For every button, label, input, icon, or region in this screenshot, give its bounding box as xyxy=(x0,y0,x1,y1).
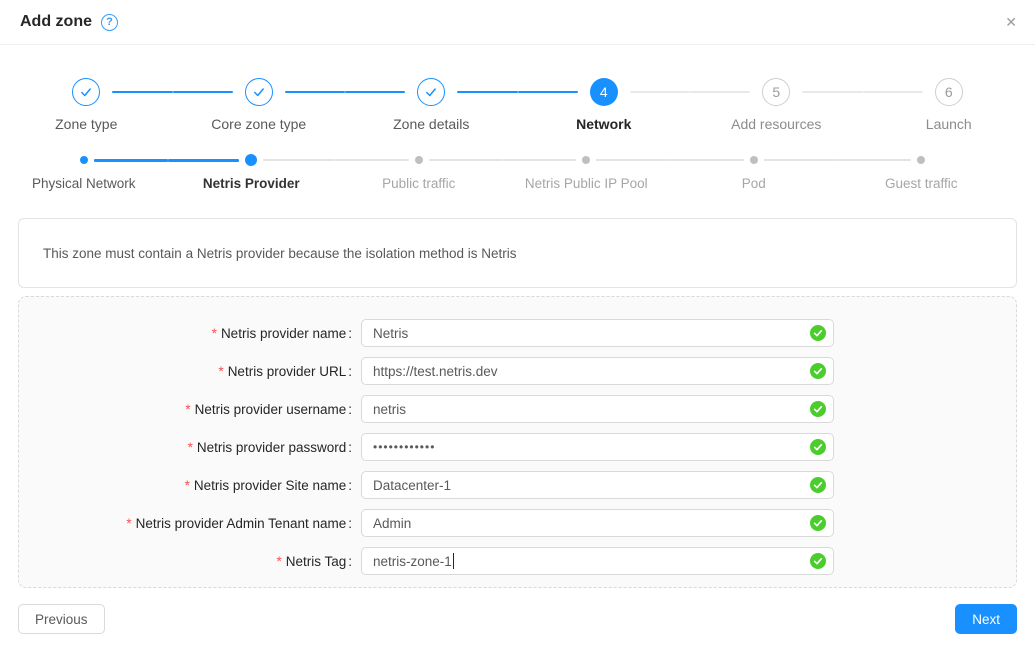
step-number: 4 xyxy=(590,78,618,106)
isolation-method-notice: This zone must contain a Netris provider… xyxy=(18,218,1017,288)
valid-check-icon xyxy=(810,439,826,455)
valid-check-icon xyxy=(810,363,826,379)
substep-label: Netris Public IP Pool xyxy=(503,174,671,194)
dialog-header: Add zone ? ✕ xyxy=(0,0,1035,45)
step-launch: 6 Launch xyxy=(863,78,1035,134)
substep-physical-network: Physical Network xyxy=(0,154,168,194)
network-substepper: Physical Network Netris Provider Public … xyxy=(0,134,1035,194)
form-row: *Netris provider username: netris xyxy=(19,395,1016,423)
substep-dot xyxy=(80,156,88,164)
step-label: Add resources xyxy=(690,114,863,134)
valid-check-icon xyxy=(810,325,826,341)
substep-public-traffic: Public traffic xyxy=(335,154,503,194)
wizard-footer: Previous Next xyxy=(18,604,1017,634)
step-label: Launch xyxy=(863,114,1035,134)
netris-provider-username-label: *Netris provider username: xyxy=(19,402,352,417)
notice-text: This zone must contain a Netris provider… xyxy=(43,246,516,261)
netris-provider-url-input[interactable]: https://test.netris.dev xyxy=(361,357,834,385)
form-row: *Netris provider URL: https://test.netri… xyxy=(19,357,1016,385)
substep-dot xyxy=(917,156,925,164)
step-label: Zone type xyxy=(0,114,173,134)
netris-provider-site-name-label: *Netris provider Site name: xyxy=(19,478,352,493)
step-check-icon xyxy=(417,78,445,106)
dialog-title: Add zone xyxy=(20,13,92,31)
substep-label: Public traffic xyxy=(335,174,503,194)
valid-check-icon xyxy=(810,553,826,569)
valid-check-icon xyxy=(810,515,826,531)
substep-dot xyxy=(245,154,257,166)
form-row: *Netris provider Site name: Datacenter-1 xyxy=(19,471,1016,499)
substep-dot xyxy=(415,156,423,164)
substep-label: Physical Network xyxy=(0,174,168,194)
next-button[interactable]: Next xyxy=(955,604,1017,634)
netris-provider-password-input[interactable]: •••••••••••• xyxy=(361,433,834,461)
substep-dot xyxy=(750,156,758,164)
step-zone-details: Zone details xyxy=(345,78,518,134)
substep-netris-public-ip-pool: Netris Public IP Pool xyxy=(503,154,671,194)
netris-provider-name-label: *Netris provider name: xyxy=(19,326,352,341)
netris-provider-name-input[interactable]: Netris xyxy=(361,319,834,347)
netris-provider-username-input[interactable]: netris xyxy=(361,395,834,423)
netris-tag-label: *Netris Tag: xyxy=(19,554,352,569)
form-row: *Netris provider password: •••••••••••• xyxy=(19,433,1016,461)
step-label: Network xyxy=(518,114,691,134)
step-number: 5 xyxy=(762,78,790,106)
valid-check-icon xyxy=(810,401,826,417)
wizard-stepper: Zone type Core zone type Zone details 4 … xyxy=(0,45,1035,134)
step-check-icon xyxy=(72,78,100,106)
netris-provider-form: *Netris provider name: Netris *Netris pr… xyxy=(18,296,1017,588)
step-check-icon xyxy=(245,78,273,106)
netris-provider-admin-tenant-name-label: *Netris provider Admin Tenant name: xyxy=(19,516,352,531)
substep-label: Pod xyxy=(670,174,838,194)
step-zone-type: Zone type xyxy=(0,78,173,134)
netris-provider-site-name-input[interactable]: Datacenter-1 xyxy=(361,471,834,499)
step-label: Zone details xyxy=(345,114,518,134)
substep-netris-provider: Netris Provider xyxy=(168,154,336,194)
substep-dot xyxy=(582,156,590,164)
step-number: 6 xyxy=(935,78,963,106)
substep-label: Guest traffic xyxy=(838,174,1006,194)
valid-check-icon xyxy=(810,477,826,493)
netris-tag-input[interactable]: netris-zone-1 xyxy=(361,547,834,575)
step-network: 4 Network xyxy=(518,78,691,134)
form-row: *Netris Tag: netris-zone-1 xyxy=(19,547,1016,575)
form-row: *Netris provider Admin Tenant name: Admi… xyxy=(19,509,1016,537)
help-icon[interactable]: ? xyxy=(101,14,118,31)
substep-pod: Pod xyxy=(670,154,838,194)
substep-guest-traffic: Guest traffic xyxy=(838,154,1006,194)
step-label: Core zone type xyxy=(173,114,346,134)
close-icon[interactable]: ✕ xyxy=(1005,14,1017,31)
form-row: *Netris provider name: Netris xyxy=(19,319,1016,347)
netris-provider-url-label: *Netris provider URL: xyxy=(19,364,352,379)
substep-label: Netris Provider xyxy=(168,174,336,194)
step-add-resources: 5 Add resources xyxy=(690,78,863,134)
netris-provider-admin-tenant-name-input[interactable]: Admin xyxy=(361,509,834,537)
text-cursor xyxy=(453,553,455,569)
netris-provider-password-label: *Netris provider password: xyxy=(19,440,352,455)
previous-button[interactable]: Previous xyxy=(18,604,105,634)
step-core-zone-type: Core zone type xyxy=(173,78,346,134)
